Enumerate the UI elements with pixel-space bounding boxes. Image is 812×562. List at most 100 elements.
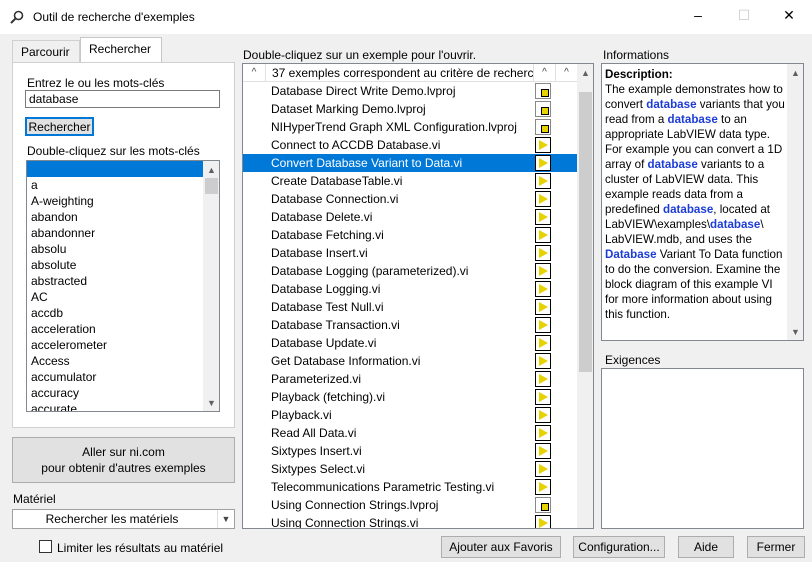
tab-browse[interactable]: Parcourir [12, 40, 80, 62]
table-row[interactable]: Create DatabaseTable.vi [243, 172, 577, 190]
table-row[interactable]: Database Update.vi [243, 334, 577, 352]
example-name: Dataset Marking Demo.lvproj [271, 102, 426, 116]
sort-icon[interactable]: ^ [243, 64, 265, 81]
list-item[interactable]: a [27, 177, 203, 193]
table-row[interactable]: Database Direct Write Demo.lvproj [243, 82, 577, 100]
configuration-button[interactable]: Configuration... [573, 536, 665, 558]
vi-file-icon [535, 335, 551, 351]
window-title: Outil de recherche d'exemples [33, 10, 195, 24]
results-list[interactable]: ^ 37 exemples correspondent au critère d… [242, 63, 594, 529]
table-row[interactable]: Database Fetching.vi [243, 226, 577, 244]
example-name: Parameterized.vi [271, 372, 362, 386]
table-row[interactable]: Database Test Null.vi [243, 298, 577, 316]
vi-file-icon [535, 461, 551, 477]
list-item[interactable]: accumulator [27, 369, 203, 385]
list-item[interactable]: accurate [27, 401, 203, 411]
table-row[interactable]: Telecommunications Parametric Testing.vi [243, 478, 577, 496]
results-scrollbar[interactable]: ▲ [577, 64, 593, 528]
info-label: Informations [603, 48, 670, 62]
list-item[interactable]: Access [27, 353, 203, 369]
example-name: Sixtypes Insert.vi [271, 444, 362, 458]
example-name: Sixtypes Select.vi [271, 462, 366, 476]
lvproj-file-icon [535, 83, 551, 99]
minimize-icon[interactable]: – [675, 0, 721, 30]
list-item[interactable]: abandon [27, 209, 203, 225]
chevron-down-icon[interactable]: ▼ [217, 510, 234, 528]
list-item[interactable]: A-weighting [27, 193, 203, 209]
vi-file-icon [535, 209, 551, 225]
table-row[interactable]: Parameterized.vi [243, 370, 577, 388]
search-button[interactable]: Rechercher [25, 117, 94, 136]
table-row[interactable]: Sixtypes Insert.vi [243, 442, 577, 460]
sort-icon[interactable]: ^ [533, 64, 555, 81]
table-row[interactable]: Using Connection Strings.lvproj [243, 496, 577, 514]
table-row[interactable]: Read All Data.vi [243, 424, 577, 442]
example-name: Using Connection Strings.lvproj [271, 498, 439, 512]
example-name: Using Connection Strings.vi [271, 516, 419, 529]
tab-search[interactable]: Rechercher [80, 37, 162, 63]
vi-file-icon [535, 281, 551, 297]
scroll-up-icon[interactable]: ▲ [787, 64, 803, 81]
example-name: Database Connection.vi [271, 192, 399, 206]
table-row[interactable]: Database Delete.vi [243, 208, 577, 226]
list-item[interactable]: AC [27, 289, 203, 305]
keyword-list[interactable]: a A-weighting abandon abandonner absolu … [26, 160, 220, 412]
scroll-down-icon[interactable]: ▼ [203, 394, 219, 411]
table-row[interactable]: Connect to ACCDB Database.vi [243, 136, 577, 154]
scroll-up-icon[interactable]: ▲ [203, 161, 219, 178]
list-item[interactable] [27, 161, 203, 177]
maximize-icon[interactable]: ☐ [721, 0, 767, 30]
results-count[interactable]: 37 exemples correspondent au critère de … [265, 64, 533, 81]
search-input[interactable]: database [25, 90, 220, 108]
list-item[interactable]: abandonner [27, 225, 203, 241]
scroll-thumb[interactable] [579, 92, 592, 372]
limit-hardware-checkbox[interactable] [39, 540, 52, 553]
close-label: Fermer [756, 540, 796, 554]
list-item[interactable]: accdb [27, 305, 203, 321]
list-item[interactable]: acceleration [27, 321, 203, 337]
table-row[interactable]: NIHyperTrend Graph XML Configuration.lvp… [243, 118, 577, 136]
help-button[interactable]: Aide [678, 536, 734, 558]
list-item[interactable]: accuracy [27, 385, 203, 401]
sort-icon[interactable]: ^ [555, 64, 577, 81]
table-row[interactable]: Database Connection.vi [243, 190, 577, 208]
table-row[interactable]: Playback (fetching).vi [243, 388, 577, 406]
requirements-label: Exigences [605, 353, 661, 367]
add-favorites-button[interactable]: Ajouter aux Favoris [441, 536, 561, 558]
scroll-down-icon[interactable]: ▼ [787, 323, 803, 340]
close-button[interactable]: Fermer [747, 536, 805, 558]
table-row[interactable]: Get Database Information.vi [243, 352, 577, 370]
ni-com-button[interactable]: Aller sur ni.com pour obtenir d'autres e… [12, 437, 235, 483]
example-name: Database Logging.vi [271, 282, 381, 296]
keyword-scrollbar[interactable]: ▲ ▼ [203, 161, 219, 411]
help-label: Aide [693, 540, 719, 554]
vi-file-icon [535, 353, 551, 369]
example-name: Database Logging (parameterized).vi [271, 264, 469, 278]
info-scrollbar[interactable]: ▲ ▼ [787, 64, 803, 340]
list-item[interactable]: absolu [27, 241, 203, 257]
scroll-up-icon[interactable]: ▲ [577, 64, 593, 81]
table-row[interactable]: Database Logging.vi [243, 280, 577, 298]
search-app-icon [10, 10, 24, 24]
list-item[interactable]: abstracted [27, 273, 203, 289]
table-row[interactable]: Sixtypes Select.vi [243, 460, 577, 478]
table-row[interactable]: Database Insert.vi [243, 244, 577, 262]
list-item[interactable]: accelerometer [27, 337, 203, 353]
hardware-select[interactable]: Rechercher les matériels ▼ [12, 509, 235, 529]
table-row[interactable]: Database Transaction.vi [243, 316, 577, 334]
example-name: Database Fetching.vi [271, 228, 384, 242]
list-item[interactable]: absolute [27, 257, 203, 273]
close-icon[interactable]: ✕ [766, 0, 812, 30]
table-row[interactable]: Dataset Marking Demo.lvproj [243, 100, 577, 118]
vi-file-icon [535, 263, 551, 279]
vi-file-icon [535, 137, 551, 153]
table-row[interactable]: Database Logging (parameterized).vi [243, 262, 577, 280]
vi-file-icon [535, 479, 551, 495]
table-row[interactable]: Convert Database Variant to Data.vi [243, 154, 577, 172]
add-favorites-label: Ajouter aux Favoris [449, 540, 553, 554]
table-row[interactable]: Using Connection Strings.vi [243, 514, 577, 529]
scroll-thumb[interactable] [205, 178, 218, 194]
table-row[interactable]: Playback.vi [243, 406, 577, 424]
tab-search-label: Rechercher [89, 42, 152, 56]
limit-hardware-label: Limiter les résultats au matériel [57, 541, 224, 555]
